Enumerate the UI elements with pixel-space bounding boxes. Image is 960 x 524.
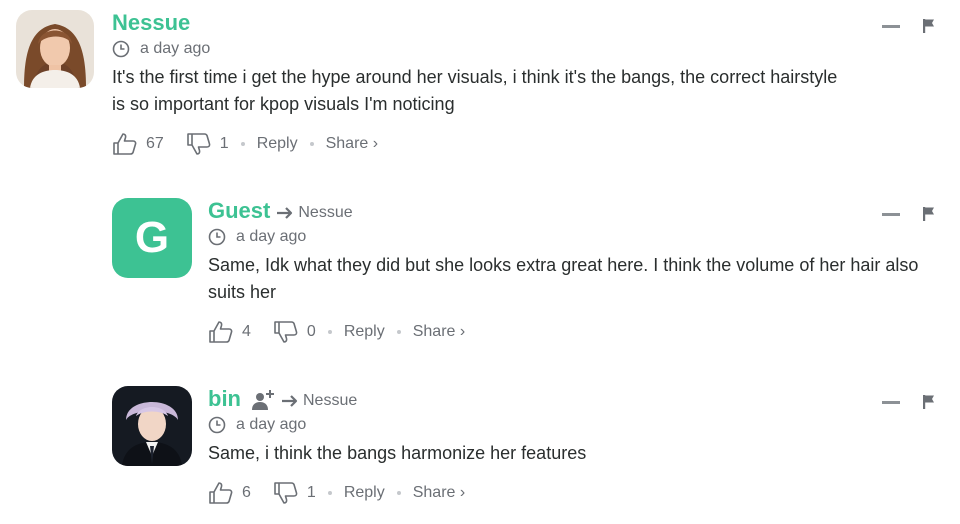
- comment-header: Guest Nessue: [208, 198, 936, 224]
- downvote-count: 1: [219, 135, 229, 152]
- comment-header: bin Nessue: [208, 386, 936, 412]
- reply-to[interactable]: Nessue: [281, 392, 357, 410]
- flag-icon[interactable]: [922, 18, 936, 34]
- comment-actions: 67 1 Reply Share ›: [112, 130, 936, 158]
- separator-dot: [396, 491, 401, 495]
- reply-to[interactable]: Nessue: [276, 203, 353, 222]
- downvote-count: 0: [306, 323, 316, 340]
- reply-arrow-icon: [277, 206, 293, 219]
- flag-icon[interactable]: [922, 206, 936, 222]
- comment-text: Same, i think the bangs harmonize her fe…: [208, 443, 587, 463]
- author-name[interactable]: Guest: [208, 198, 270, 224]
- comment-body: Guest Nessue a day ago Same, Idk what th…: [208, 198, 936, 346]
- author-name[interactable]: bin: [208, 386, 241, 412]
- upvote-count: 6: [242, 484, 251, 501]
- downvote-button[interactable]: 1: [186, 132, 229, 156]
- avatar[interactable]: [112, 386, 192, 466]
- comment-actions: 4 0 Reply Share ›: [208, 318, 936, 346]
- upvote-count: 67: [146, 135, 164, 152]
- timestamp-text: a day ago: [140, 40, 211, 57]
- upvote-button[interactable]: 6: [208, 481, 273, 505]
- reply-button[interactable]: Reply: [344, 484, 385, 502]
- comment: bin Nessue a day ago Same, i think the b…: [112, 386, 936, 516]
- share-button[interactable]: Share ›: [326, 135, 378, 153]
- separator-dot: [309, 142, 314, 146]
- reply-button[interactable]: Reply: [344, 323, 385, 341]
- timestamp-text: a day ago: [236, 416, 307, 433]
- clock-icon: [112, 40, 130, 58]
- upvote-count: 4: [242, 323, 251, 340]
- separator-dot: [327, 491, 332, 495]
- avatar[interactable]: [16, 10, 94, 88]
- separator-dot: [327, 330, 332, 334]
- comment-header: Nessue: [112, 10, 936, 36]
- timestamp[interactable]: a day ago: [208, 224, 936, 250]
- comment-text: Same, Idk what they did but she looks ex…: [208, 255, 919, 302]
- comment: G Guest Nessue a day ago Same, Idk what …: [112, 198, 936, 358]
- share-button[interactable]: Share ›: [413, 484, 465, 502]
- flag-icon[interactable]: [922, 394, 936, 410]
- thumbs-up-icon: [113, 133, 137, 155]
- downvote-button[interactable]: 1: [273, 481, 316, 505]
- timestamp[interactable]: a day ago: [208, 412, 936, 438]
- comment-controls: [882, 206, 936, 222]
- thumbs-down-icon: [186, 133, 211, 155]
- clock-icon: [208, 228, 226, 246]
- reply-to-name: Nessue: [303, 391, 358, 409]
- reply-button[interactable]: Reply: [257, 135, 298, 153]
- collapse-icon[interactable]: [882, 212, 900, 216]
- timestamp[interactable]: a day ago: [112, 36, 936, 62]
- share-button[interactable]: Share ›: [413, 323, 465, 341]
- comment-body: bin Nessue a day ago Same, i think the b…: [208, 386, 936, 507]
- separator-dot: [396, 330, 401, 334]
- downvote-button[interactable]: 0: [273, 320, 316, 344]
- collapse-icon[interactable]: [882, 400, 900, 404]
- thumbs-down-icon: [274, 482, 298, 504]
- comment-text: It's the first time i get the hype aroun…: [112, 67, 838, 114]
- comment-controls: [882, 18, 936, 34]
- reply-to-name: Nessue: [298, 203, 353, 221]
- comment-controls: [882, 394, 936, 410]
- author-name[interactable]: Nessue: [112, 10, 190, 36]
- collapse-icon[interactable]: [882, 24, 900, 28]
- timestamp-text: a day ago: [236, 228, 307, 245]
- separator-dot: [240, 142, 245, 146]
- follow-user-icon[interactable]: [251, 389, 275, 411]
- downvote-count: 1: [306, 484, 316, 501]
- thumbs-up-icon: [209, 321, 233, 343]
- avatar[interactable]: G: [112, 198, 192, 278]
- upvote-button[interactable]: 4: [208, 320, 273, 344]
- comment-body: Nessue a day ago It's the first time i g…: [112, 10, 936, 158]
- clock-icon: [208, 416, 226, 434]
- comment-actions: 6 1 Reply Share ›: [208, 479, 936, 507]
- reply-arrow-icon: [282, 394, 298, 407]
- upvote-button[interactable]: 67: [112, 132, 186, 156]
- thumbs-up-icon: [209, 482, 233, 504]
- thumbs-down-icon: [274, 321, 298, 343]
- comment: Nessue a day ago It's the first time i g…: [16, 10, 936, 170]
